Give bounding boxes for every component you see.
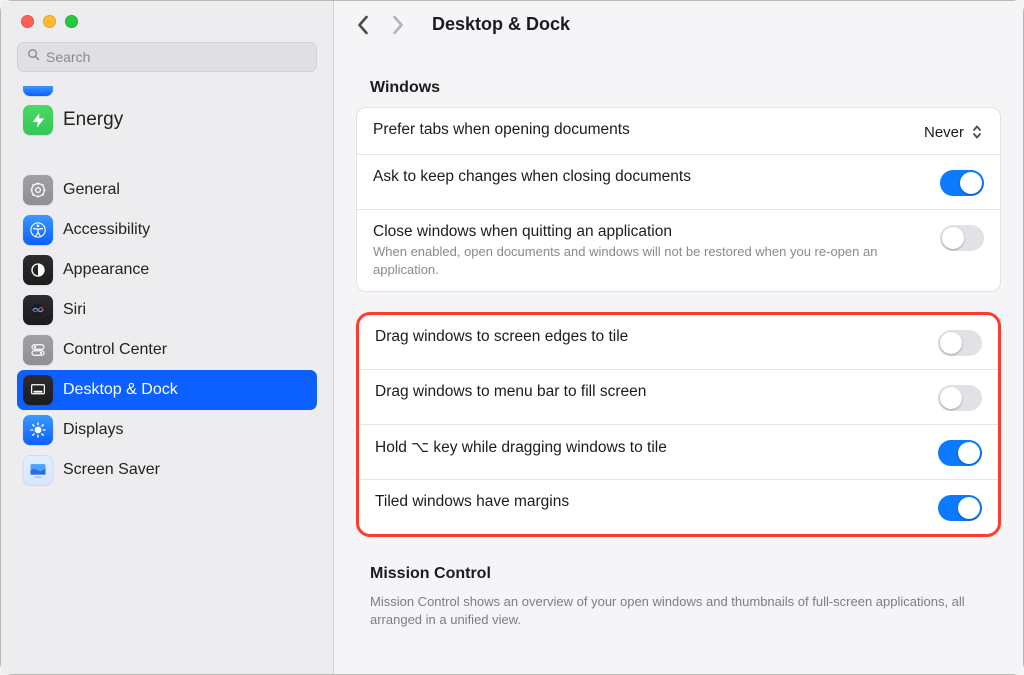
close-windows-switch[interactable]: [940, 225, 984, 251]
tiled-margins-switch[interactable]: [938, 495, 982, 521]
sidebar-item-label: Screen Saver: [63, 461, 160, 479]
fullscreen-window-button[interactable]: [65, 15, 78, 28]
window-controls: [1, 15, 333, 42]
page-title: Desktop & Dock: [432, 14, 570, 35]
sidebar-item-desktop-dock[interactable]: Desktop & Dock: [17, 370, 317, 410]
section-desc-mission-control: Mission Control shows an overview of you…: [370, 593, 987, 628]
sidebar: Energy General Accessibility Appearance: [1, 1, 334, 674]
sidebar-list: Energy General Accessibility Appearance: [1, 80, 333, 674]
sidebar-item-screen-saver[interactable]: Screen Saver: [17, 450, 317, 490]
row-close-windows: Close windows when quitting an applicati…: [357, 209, 1000, 291]
row-hold-option-tile: Hold ⌥ key while dragging windows to til…: [359, 424, 998, 479]
sidebar-item-accessibility[interactable]: Accessibility: [17, 210, 317, 250]
row-drag-edges-tile: Drag windows to screen edges to tile: [359, 315, 998, 369]
row-tiled-margins: Tiled windows have margins: [359, 479, 998, 534]
sidebar-item-label: Siri: [63, 301, 86, 319]
row-description: When enabled, open documents and windows…: [373, 243, 928, 278]
row-label: Prefer tabs when opening documents: [373, 121, 912, 139]
drag-menubar-switch[interactable]: [938, 385, 982, 411]
row-prefer-tabs: Prefer tabs when opening documents Never: [357, 108, 1000, 154]
content-header: Desktop & Dock: [334, 1, 1023, 49]
row-ask-keep-changes: Ask to keep changes when closing documen…: [357, 154, 1000, 209]
bolt-icon: [23, 105, 53, 135]
sidebar-item-displays[interactable]: Displays: [17, 410, 317, 450]
sidebar-item-control-center[interactable]: Control Center: [17, 330, 317, 370]
siri-icon: [23, 295, 53, 325]
nav-back-button[interactable]: [352, 15, 372, 35]
tiling-card: Drag windows to screen edges to tile Dra…: [356, 312, 1001, 537]
windows-card: Prefer tabs when opening documents Never…: [356, 107, 1001, 292]
screen-saver-icon: [23, 455, 53, 485]
row-label: Ask to keep changes when closing documen…: [373, 168, 928, 186]
search-input[interactable]: [46, 49, 308, 65]
nav-forward-button[interactable]: [388, 15, 408, 35]
drag-edges-switch[interactable]: [938, 330, 982, 356]
ask-keep-switch[interactable]: [940, 170, 984, 196]
sidebar-item-label: Displays: [63, 421, 123, 439]
section-title-windows: Windows: [370, 79, 1001, 97]
settings-scroll[interactable]: Windows Prefer tabs when opening documen…: [334, 49, 1023, 674]
search-icon: [26, 47, 41, 67]
sidebar-item-label: General: [63, 181, 120, 199]
content-area: Desktop & Dock Windows Prefer tabs when …: [334, 1, 1023, 674]
hold-option-switch[interactable]: [938, 440, 982, 466]
minimize-window-button[interactable]: [43, 15, 56, 28]
sidebar-item-label: Energy: [63, 109, 123, 131]
sidebar-item-partial[interactable]: [23, 86, 53, 96]
close-window-button[interactable]: [21, 15, 34, 28]
row-label: Tiled windows have margins: [375, 493, 926, 511]
row-label: Hold ⌥ key while dragging windows to til…: [375, 438, 926, 457]
desktop-dock-icon: [23, 375, 53, 405]
sidebar-item-label: Accessibility: [63, 221, 150, 239]
section-title-mission-control: Mission Control: [370, 565, 1001, 583]
prefer-tabs-select[interactable]: Never: [924, 123, 984, 141]
sidebar-item-siri[interactable]: Siri: [17, 290, 317, 330]
row-label: Close windows when quitting an applicati…: [373, 223, 928, 241]
displays-icon: [23, 415, 53, 445]
sidebar-item-energy[interactable]: Energy: [17, 100, 317, 140]
sidebar-item-label: Appearance: [63, 261, 149, 279]
row-label: Drag windows to screen edges to tile: [375, 328, 926, 346]
select-value: Never: [924, 124, 964, 141]
control-center-icon: [23, 335, 53, 365]
row-label: Drag windows to menu bar to fill screen: [375, 383, 926, 401]
accessibility-icon: [23, 215, 53, 245]
sidebar-item-appearance[interactable]: Appearance: [17, 250, 317, 290]
sidebar-item-general[interactable]: General: [17, 170, 317, 210]
search-field[interactable]: [17, 42, 317, 72]
updown-icon: [970, 123, 984, 141]
appearance-icon: [23, 255, 53, 285]
gear-icon: [23, 175, 53, 205]
row-drag-menubar-fill: Drag windows to menu bar to fill screen: [359, 369, 998, 424]
sidebar-item-label: Control Center: [63, 341, 167, 359]
sidebar-item-label: Desktop & Dock: [63, 381, 178, 399]
